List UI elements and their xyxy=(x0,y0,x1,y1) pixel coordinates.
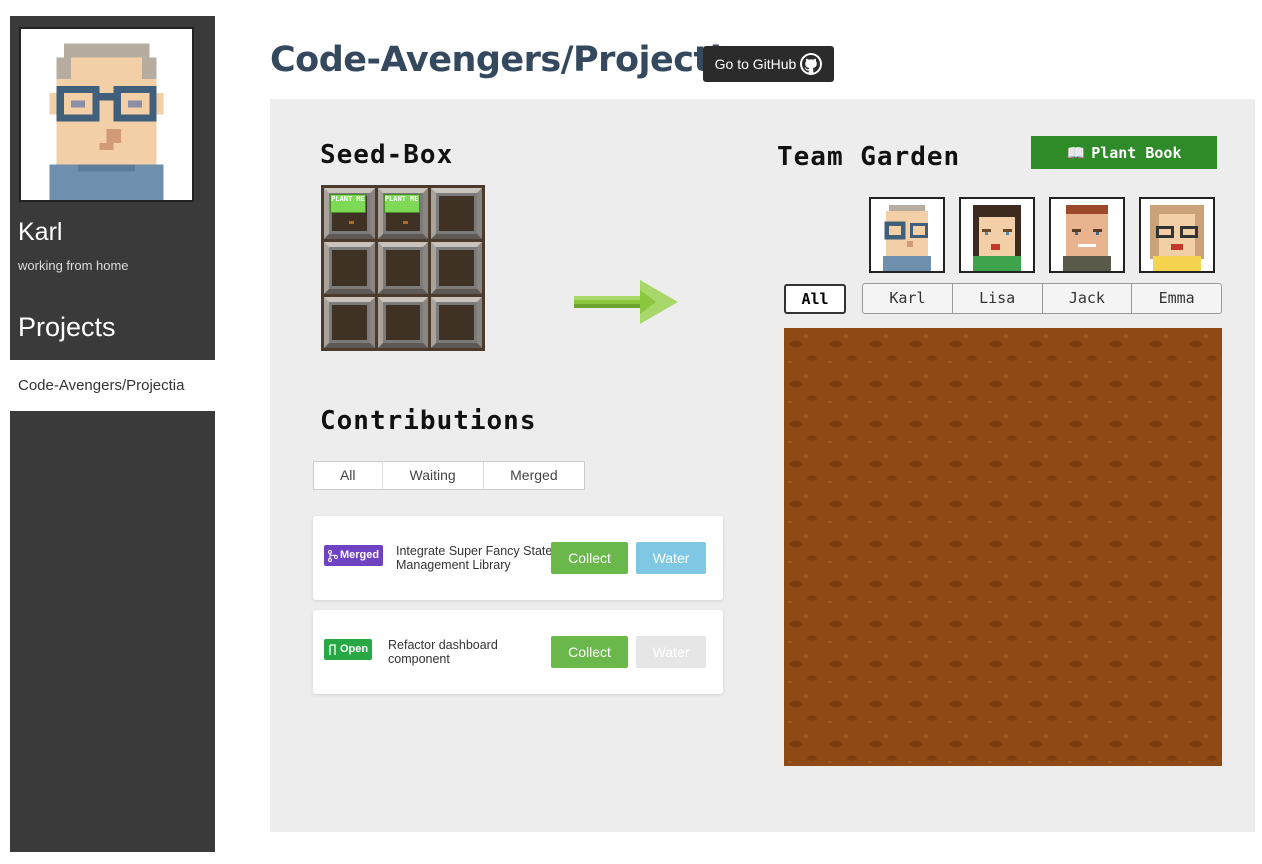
contribution-card: Open Refactor dashboard component Collec… xyxy=(313,610,723,694)
plant-me-tag: PLANT ME xyxy=(383,194,420,213)
avatar-lisa[interactable] xyxy=(959,197,1035,273)
filter-karl[interactable]: Karl xyxy=(863,284,953,313)
status-label: Open xyxy=(340,643,369,655)
water-button[interactable]: Water xyxy=(636,542,706,574)
user-name: Karl xyxy=(18,218,63,246)
contributions-tabs: All Waiting Merged xyxy=(313,461,585,490)
user-status: working from home xyxy=(18,258,129,273)
sidebar-item-project[interactable]: Code-Avengers/Projectia xyxy=(10,360,215,411)
book-icon: 📖 xyxy=(1066,143,1086,162)
page-title: Code-Avengers/Projectia xyxy=(270,40,745,80)
plant-me-tag: PLANT ME xyxy=(330,194,366,213)
garden-field[interactable] xyxy=(784,328,1222,766)
go-to-github-button[interactable]: Go to GitHub xyxy=(703,46,834,82)
user-avatar[interactable] xyxy=(19,27,194,202)
sidebar: Karl working from home Projects Code-Ave… xyxy=(10,16,215,852)
avatar-jack[interactable] xyxy=(1049,197,1125,273)
seed-slot[interactable]: PLANT ME xyxy=(377,188,429,240)
contribution-card: Merged Integrate Super Fancy State Manag… xyxy=(313,516,723,600)
seed-slot[interactable] xyxy=(377,242,429,294)
seed-slot[interactable] xyxy=(431,296,482,348)
status-label: Merged xyxy=(340,549,380,561)
collect-button[interactable]: Collect xyxy=(551,636,628,668)
seed-slot[interactable]: PLANT ME xyxy=(324,188,375,240)
tab-all[interactable]: All xyxy=(314,462,383,489)
seed-slot[interactable] xyxy=(431,242,482,294)
tab-merged[interactable]: Merged xyxy=(484,462,584,489)
pull-request-icon xyxy=(329,643,336,655)
seed-slot[interactable] xyxy=(324,242,375,294)
contributions-title: Contributions xyxy=(320,406,537,436)
team-garden-title: Team Garden xyxy=(777,142,961,172)
filter-emma[interactable]: Emma xyxy=(1132,284,1221,313)
filter-all-button[interactable]: All xyxy=(784,284,846,314)
seed-slot[interactable] xyxy=(377,296,429,348)
seed-slot[interactable] xyxy=(431,188,482,240)
status-badge: Open xyxy=(324,639,373,660)
member-filter-group: Karl Lisa Jack Emma xyxy=(862,283,1222,314)
water-button-disabled[interactable]: Water xyxy=(636,636,706,668)
github-icon xyxy=(800,53,823,75)
right-arrow-icon xyxy=(572,276,680,328)
contribution-title: Integrate Super Fancy State Management L… xyxy=(396,544,553,572)
tab-waiting[interactable]: Waiting xyxy=(383,462,484,489)
plant-book-button[interactable]: 📖 Plant Book xyxy=(1031,136,1217,169)
seed-box: PLANT ME PLANT ME xyxy=(321,185,485,351)
plant-book-label: Plant Book xyxy=(1091,143,1182,162)
avatar-karl[interactable] xyxy=(869,197,945,273)
filter-jack[interactable]: Jack xyxy=(1043,284,1133,313)
collect-button[interactable]: Collect xyxy=(551,542,628,574)
seed-icon xyxy=(402,221,408,224)
github-button-label: Go to GitHub xyxy=(714,56,797,72)
contribution-title: Refactor dashboard component xyxy=(388,638,498,666)
filter-lisa[interactable]: Lisa xyxy=(953,284,1043,313)
status-badge: Merged xyxy=(324,545,384,566)
seed-icon xyxy=(349,221,354,224)
seed-slot[interactable] xyxy=(324,296,375,348)
merge-icon xyxy=(328,549,338,562)
seed-box-title: Seed-Box xyxy=(320,140,454,170)
avatar-emma[interactable] xyxy=(1139,197,1215,273)
projects-heading: Projects xyxy=(18,312,116,342)
